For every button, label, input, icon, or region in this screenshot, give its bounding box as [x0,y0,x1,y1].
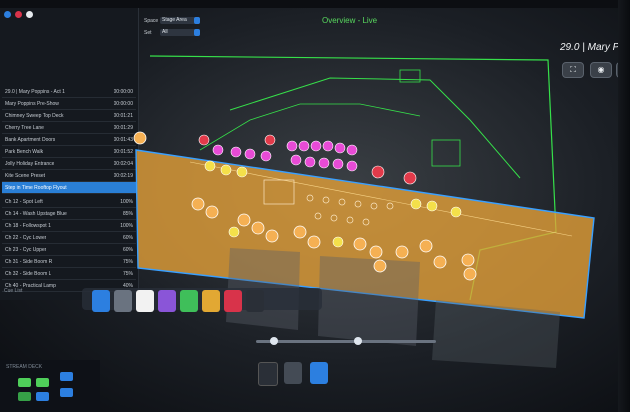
app-dock [82,288,322,312]
slider-knob[interactable] [270,337,278,345]
fixture-icon[interactable] [260,150,272,162]
seating-block [432,300,560,368]
app-icon[interactable] [224,290,242,312]
app-icon[interactable] [202,290,220,312]
slider-knob[interactable] [354,337,362,345]
fixture-icon[interactable] [264,134,276,146]
fixture-icon[interactable] [290,154,302,166]
fixture-icon[interactable] [251,221,265,235]
fixture-icon[interactable] [346,144,358,156]
deck-key[interactable] [36,378,49,387]
fixture-icon[interactable] [133,131,147,145]
venue-outline [229,77,521,179]
fixture-icon[interactable] [230,146,242,158]
fixture-icon[interactable] [433,255,447,269]
settings-icon[interactable] [310,362,328,384]
fixture-icon[interactable] [237,213,251,227]
fixture-icon[interactable] [298,140,310,152]
fixture-icon[interactable] [395,245,409,259]
fixture-icon[interactable] [236,166,248,178]
fixture-icon[interactable] [307,235,321,249]
deck-key[interactable] [18,378,31,387]
fixture-icon[interactable] [304,156,316,168]
app-icon[interactable] [246,290,264,312]
fixture-icon[interactable] [212,144,224,156]
fixture-icon[interactable] [198,134,210,146]
document-icon[interactable] [258,362,278,386]
fixture-icon[interactable] [204,160,216,172]
seating-block [318,256,420,346]
bottom-toolbar [258,360,378,388]
deck-key[interactable] [36,392,49,401]
timeline-slider[interactable] [256,337,436,345]
monitor-screen: 29.0 | Mary Poppins - Act 1 00:00:00 Mary… [0,0,630,412]
fixture-icon[interactable] [205,205,219,219]
fixture-icon[interactable] [244,148,256,160]
fixture-icon[interactable] [332,236,344,248]
pencil-icon[interactable] [284,362,302,384]
fixture-icon[interactable] [334,142,346,154]
fixture-icon[interactable] [310,140,322,152]
fixture-icon[interactable] [410,198,422,210]
deck-label: STREAM DECK [6,364,43,370]
fixture-icon[interactable] [228,226,240,238]
stage-plan [133,55,595,368]
fixture-icon[interactable] [463,267,477,281]
deck-key[interactable] [60,372,73,381]
deck-key[interactable] [60,388,73,397]
deck-key[interactable] [18,392,31,401]
monitor-bezel [0,0,630,8]
app-icon[interactable] [136,290,154,312]
app-icon[interactable] [114,290,132,312]
fixture-icon[interactable] [353,237,367,251]
fixture-icon[interactable] [220,164,232,176]
fixture-icon[interactable] [403,171,417,185]
stair-block [431,139,461,167]
app-icon[interactable] [180,290,198,312]
finder-icon[interactable] [92,290,110,312]
fixture-icon[interactable] [373,259,387,273]
venue-outline [199,103,421,151]
monitor-bezel [618,0,630,412]
fixture-icon[interactable] [371,165,385,179]
fixture-icon[interactable] [369,245,383,259]
fixture-icon[interactable] [426,200,438,212]
fixture-icon[interactable] [286,140,298,152]
fixture-icon[interactable] [322,140,334,152]
fixture-icon[interactable] [461,253,475,267]
fixture-icon[interactable] [293,225,307,239]
fixture-icon[interactable] [419,239,433,253]
fixture-icon[interactable] [191,197,205,211]
fixture-icon[interactable] [346,160,358,172]
app-icon[interactable] [158,290,176,312]
fixture-icon[interactable] [332,158,344,170]
fixture-icon[interactable] [265,229,279,243]
fixture-icon[interactable] [450,206,462,218]
fixture-icon[interactable] [318,157,330,169]
